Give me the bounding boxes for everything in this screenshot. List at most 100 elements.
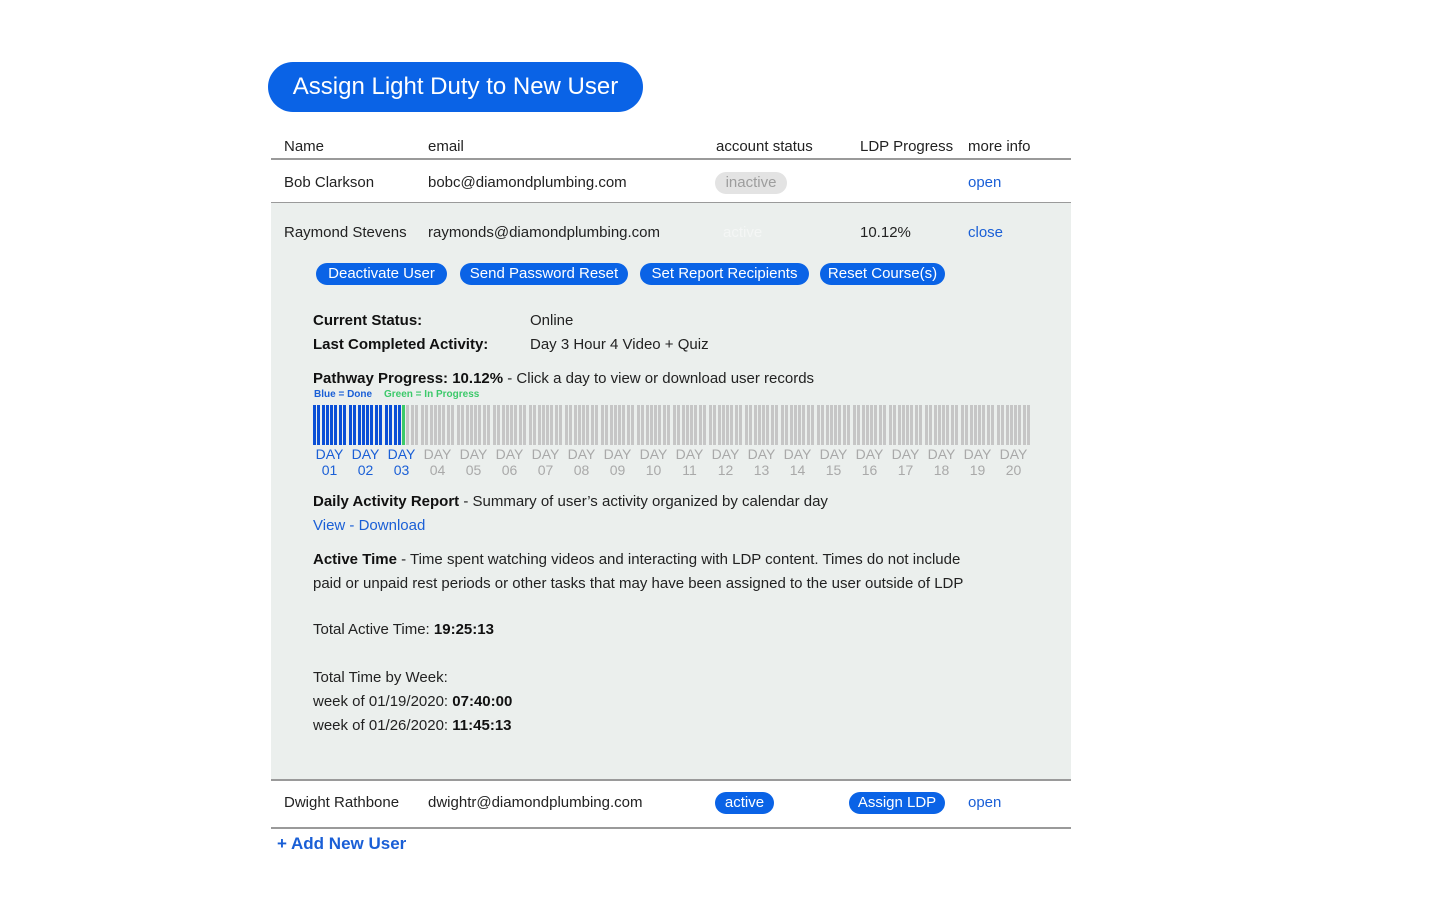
day-progress-segment [810,405,814,445]
day-progress-segment [914,405,918,445]
day-label-word: DAY [603,446,632,462]
day-progress-segment [397,405,401,445]
pathway-day-11[interactable]: DAY 11 [673,405,706,481]
day-progress-segment [649,405,653,445]
day-label-word: DAY [675,446,704,462]
day-progress-bars [817,405,850,445]
day-label: DAY 04 [417,446,458,478]
pathway-day-07[interactable]: DAY 07 [529,405,562,481]
day-progress-bars [853,405,886,445]
day-label: DAY 14 [777,446,818,478]
day-progress-segment [550,405,554,445]
pathway-day-16[interactable]: DAY 16 [853,405,886,481]
day-progress-segment [973,405,977,445]
day-label-number: 13 [753,462,770,478]
pathway-day-19[interactable]: DAY 19 [961,405,994,481]
pathway-day-18[interactable]: DAY 18 [925,405,958,481]
open-link[interactable]: open [968,174,1001,191]
day-progress-segment [590,405,594,445]
day-progress-segment [541,405,545,445]
day-label-word: DAY [855,446,884,462]
day-progress-segment [594,405,598,445]
day-progress-segment [986,405,990,445]
reset-courses-button[interactable]: Reset Course(s) [820,263,945,285]
close-link[interactable]: close [968,224,1003,241]
day-progress-segment [461,405,465,445]
pathway-day-13[interactable]: DAY 13 [745,405,778,481]
pathway-day-05[interactable]: DAY 05 [457,405,490,481]
view-report-link[interactable]: View [313,517,345,534]
column-header-more-info: more info [968,138,1031,155]
day-progress-segment [385,405,388,445]
pathway-day-03[interactable]: DAY 03 [385,405,418,481]
day-progress-bars [637,405,670,445]
day-progress-segment [906,405,910,445]
day-progress-segment [641,405,645,445]
day-progress-segment [505,405,509,445]
day-progress-segment [446,405,450,445]
day-label: DAY 09 [597,446,638,478]
day-progress-segment [429,405,433,445]
day-label-number: 09 [609,462,626,478]
day-progress-segment [393,405,397,445]
day-progress-segment [313,405,316,445]
pathway-day-09[interactable]: DAY 09 [601,405,634,481]
day-progress-segment [1009,405,1013,445]
day-progress-segment [673,405,676,445]
day-label: DAY 10 [633,446,674,478]
week-time-row: week of 01/19/2020: 07:40:00 [313,693,512,710]
assign-ldp-button[interactable]: Assign LDP [849,792,945,814]
day-label-number: 15 [825,462,842,478]
pathway-day-04[interactable]: DAY 04 [421,405,454,481]
day-label: DAY 20 [993,446,1034,478]
last-activity-label: Last Completed Activity: [313,336,489,353]
day-progress-segment [406,405,410,445]
status-badge-active: active [723,224,763,241]
day-progress-segment [554,405,558,445]
pathway-progress-heading: Pathway Progress: 10.12% - Click a day t… [313,370,814,387]
pathway-day-15[interactable]: DAY 15 [817,405,850,481]
set-report-recipients-button[interactable]: Set Report Recipients [640,263,809,285]
day-progress-segment [658,405,662,445]
pathway-day-14[interactable]: DAY 14 [781,405,814,481]
deactivate-user-button[interactable]: Deactivate User [316,263,447,285]
day-label: DAY 11 [669,446,710,478]
day-progress-segment [522,405,526,445]
day-progress-bars [349,405,382,445]
day-progress-segment [601,405,604,445]
pathway-day-10[interactable]: DAY 10 [637,405,670,481]
day-label-number: 06 [501,462,518,478]
send-password-reset-button[interactable]: Send Password Reset [460,263,628,285]
day-progress-segment [878,405,882,445]
pathway-day-02[interactable]: DAY 02 [349,405,382,481]
pathway-day-grid: DAY 01 DAY 02 DAY 03 DAY 04 DAY 05 DAY 06 DAY 07 DAY 08… [313,405,1033,481]
day-progress-segment [645,405,649,445]
pathway-day-01[interactable]: DAY 01 [313,405,346,481]
pathway-day-20[interactable]: DAY 20 [997,405,1030,481]
day-progress-segment [694,405,698,445]
download-report-link[interactable]: Download [359,517,426,534]
day-progress-segment [469,405,473,445]
day-progress-segment [882,405,886,445]
legend-done: Blue = Done [314,389,373,400]
assign-light-duty-button[interactable]: Assign Light Duty to New User [268,62,643,112]
day-progress-segment [338,405,342,445]
pathway-day-08[interactable]: DAY 08 [565,405,598,481]
status-badge-active: active [715,792,774,814]
day-progress-segment [317,405,321,445]
pathway-day-17[interactable]: DAY 17 [889,405,922,481]
row-divider [271,779,1071,781]
day-progress-segment [770,405,774,445]
user-email: bobc@diamondplumbing.com [428,174,627,191]
day-progress-segment [389,405,393,445]
link-separator: - [345,517,359,534]
day-label-number: 14 [789,462,806,478]
day-progress-bars [457,405,490,445]
pathway-day-12[interactable]: DAY 12 [709,405,742,481]
active-time-label: Active Time [313,551,397,568]
open-link[interactable]: open [968,794,1001,811]
add-new-user-link[interactable]: + Add New User [277,834,406,854]
last-activity-value: Day 3 Hour 4 Video + Quiz [530,336,709,353]
day-label-number: 04 [429,462,446,478]
pathway-day-06[interactable]: DAY 06 [493,405,526,481]
